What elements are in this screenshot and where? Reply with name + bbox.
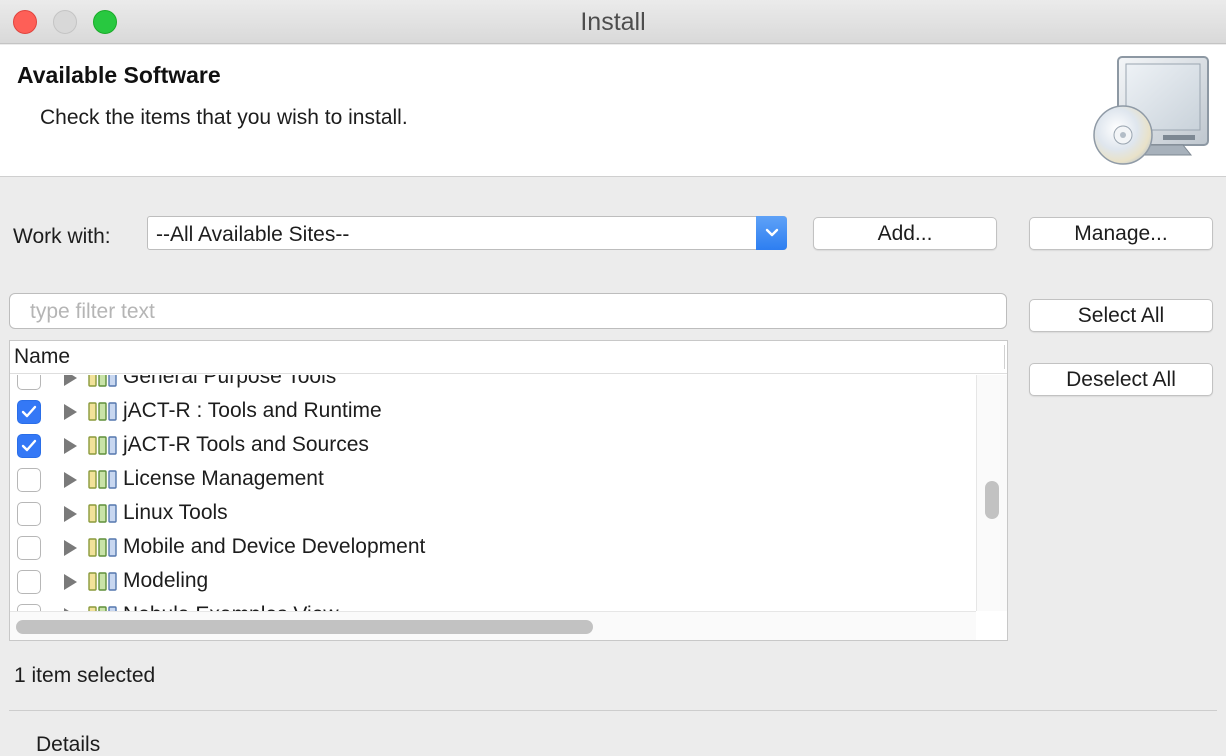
tree-row[interactable]: Nebula Examples View xyxy=(10,599,976,611)
install-dialog: Install Available Software Check the ite… xyxy=(0,0,1226,756)
feature-category-icon xyxy=(88,538,118,558)
horizontal-scroll-thumb[interactable] xyxy=(16,620,593,634)
tree-row[interactable]: Modeling xyxy=(10,565,976,599)
horizontal-scrollbar[interactable] xyxy=(10,611,976,640)
software-tree: Name General Purpose Tools jACT-R : Tools… xyxy=(9,340,1008,641)
tree-row[interactable]: jACT-R : Tools and Runtime xyxy=(10,395,976,429)
row-label: jACT-R Tools and Sources xyxy=(123,433,369,456)
row-label: jACT-R : Tools and Runtime xyxy=(123,399,382,422)
filter-input[interactable] xyxy=(30,300,990,324)
install-software-icon xyxy=(1093,56,1209,165)
feature-category-icon xyxy=(88,402,118,422)
name-column-label: Name xyxy=(14,345,71,368)
row-checkbox[interactable] xyxy=(17,375,41,390)
expand-triangle-icon[interactable] xyxy=(64,404,77,420)
expand-triangle-icon[interactable] xyxy=(64,574,77,590)
row-label: Linux Tools xyxy=(123,501,228,524)
chevron-down-icon[interactable] xyxy=(756,216,787,250)
tree-row[interactable]: Mobile and Device Development xyxy=(10,531,976,565)
tree-row[interactable]: General Purpose Tools xyxy=(10,375,976,395)
manage-sites-button[interactable]: Manage... xyxy=(1029,217,1213,250)
row-label: General Purpose Tools xyxy=(123,375,337,388)
row-checkbox[interactable] xyxy=(17,536,41,560)
row-label: License Management xyxy=(123,467,324,490)
row-label: Mobile and Device Development xyxy=(123,535,426,558)
row-checkbox[interactable] xyxy=(17,400,41,424)
row-label: Modeling xyxy=(123,569,209,592)
row-checkbox[interactable] xyxy=(17,502,41,526)
row-checkbox[interactable] xyxy=(17,468,41,492)
row-checkbox[interactable] xyxy=(17,434,41,458)
tree-row[interactable]: Linux Tools xyxy=(10,497,976,531)
work-with-value: --All Available Sites-- xyxy=(156,223,350,246)
page-description: Check the items that you wish to install… xyxy=(40,106,408,129)
vertical-scrollbar[interactable] xyxy=(976,375,1007,611)
divider xyxy=(9,710,1217,711)
page-title: Available Software xyxy=(17,62,221,88)
row-checkbox[interactable] xyxy=(17,604,41,611)
title-bar: Install xyxy=(0,0,1226,44)
expand-triangle-icon[interactable] xyxy=(64,438,77,454)
feature-category-icon xyxy=(88,436,118,456)
feature-category-icon xyxy=(88,470,118,490)
work-with-label: Work with: xyxy=(13,225,111,248)
expand-triangle-icon[interactable] xyxy=(64,506,77,522)
expand-triangle-icon[interactable] xyxy=(64,375,77,386)
expand-triangle-icon[interactable] xyxy=(64,540,77,556)
feature-category-icon xyxy=(88,572,118,592)
add-site-button[interactable]: Add... xyxy=(813,217,997,250)
feature-category-icon xyxy=(88,504,118,524)
header-banner: Available Software Check the items that … xyxy=(0,45,1226,177)
feature-category-icon xyxy=(88,375,118,388)
tree-rows: General Purpose Tools jACT-R : Tools and … xyxy=(10,375,976,611)
tree-row[interactable]: License Management xyxy=(10,463,976,497)
tree-row[interactable]: jACT-R Tools and Sources xyxy=(10,429,976,463)
tree-column-header[interactable]: Name xyxy=(10,341,1007,374)
expand-triangle-icon[interactable] xyxy=(64,472,77,488)
window-title: Install xyxy=(580,8,646,36)
details-label: Details xyxy=(36,733,101,756)
work-with-combo[interactable]: --All Available Sites-- xyxy=(147,216,787,250)
row-checkbox[interactable] xyxy=(17,570,41,594)
vertical-scroll-thumb[interactable] xyxy=(985,481,999,519)
column-divider xyxy=(1004,345,1005,369)
select-all-button[interactable]: Select All xyxy=(1029,299,1213,332)
filter-field[interactable] xyxy=(9,293,1007,329)
deselect-all-button[interactable]: Deselect All xyxy=(1029,363,1213,396)
scroll-corner xyxy=(976,611,1007,640)
selection-status: 1 item selected xyxy=(14,664,156,687)
row-label: Nebula Examples View xyxy=(123,603,339,611)
